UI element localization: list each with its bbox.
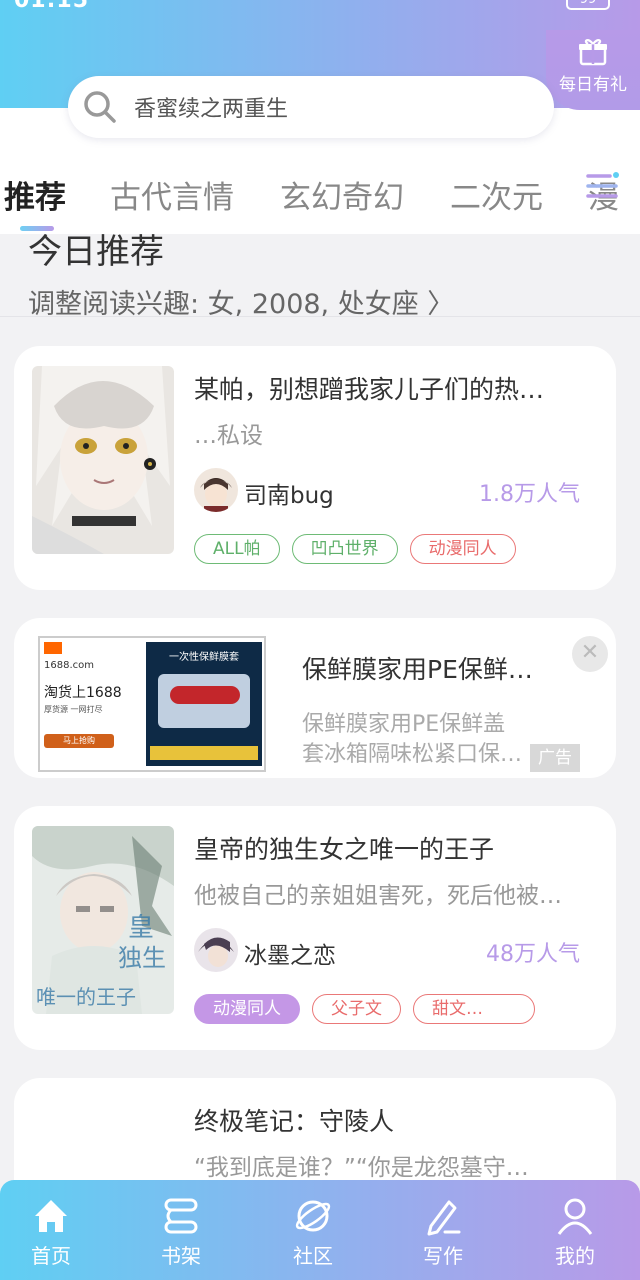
ad-image[interactable]: 1688.com 淘货上1688 厚货源 一网打尽 马上抢购 一次性保鲜膜套 (38, 636, 266, 772)
active-tab-indicator (20, 226, 54, 231)
ad-description-line2: 套冰箱隔味松紧口保… (302, 742, 523, 767)
tab-acg[interactable]: 二次元 (450, 172, 543, 217)
tag[interactable]: 凹凸世界 (291, 534, 398, 564)
nav-community[interactable]: 社区 (268, 1190, 358, 1269)
tag-list: 动漫同人 父子文 甜文… (194, 994, 535, 1026)
search-placeholder: 香蜜续之两重生 (134, 97, 289, 122)
gift-icon (579, 39, 607, 66)
ad-badge: 广告 (530, 744, 580, 772)
ad-close-button[interactable]: ✕ (572, 636, 608, 672)
category-menu-icon[interactable] (586, 170, 620, 204)
bookshelf-icon (164, 1198, 198, 1234)
book-card[interactable]: 某帕，别想蹭我家儿子们的热… …私设 司南bug 1.8万人气 ALL帕 凹凸世… (14, 346, 616, 590)
nav-label: 我的 (555, 1244, 595, 1268)
category-tabs: 推荐 古代言情 玄幻奇幻 二次元 漫 (0, 150, 640, 234)
daily-gift-button[interactable]: 每日有礼 (546, 30, 640, 110)
ad-image-slogan: 淘货上1688 (44, 685, 122, 701)
author-name[interactable]: 司南bug (244, 476, 334, 510)
planet-icon (295, 1200, 331, 1232)
tab-recommend[interactable]: 推荐 (4, 172, 66, 217)
ad-title[interactable]: 保鲜膜家用PE保鲜… (302, 650, 533, 686)
ad-card[interactable]: 1688.com 淘货上1688 厚货源 一网打尽 马上抢购 一次性保鲜膜套 保… (14, 618, 616, 778)
tag[interactable]: 父子文 (312, 994, 401, 1024)
ad-image-button: 马上抢购 (44, 734, 114, 748)
ad-image-site: 1688.com (44, 660, 94, 671)
bottom-navigation: 首页 书架 社区 写作 我的 (0, 1180, 640, 1280)
ad-image-subtext: 厚货源 一网打尽 (44, 705, 103, 714)
gift-label: 每日有礼 (559, 75, 627, 95)
nav-label: 书架 (161, 1244, 201, 1268)
author-row: 冰墨之恋 48万人气 (194, 928, 594, 974)
book-description: …私设 (194, 423, 263, 449)
divider (0, 316, 640, 317)
book-title[interactable]: 某帕，别想蹭我家儿子们的热… (194, 370, 594, 406)
book-description: “我到底是谁？”“你是龙怨墓守… (194, 1155, 529, 1181)
tag[interactable]: 动漫同人 (409, 534, 516, 564)
nav-label: 写作 (423, 1244, 463, 1268)
status-bar: 01:15 99 (0, 0, 640, 14)
ad-image-product: 一次性保鲜膜套 (169, 652, 239, 663)
author-name[interactable]: 冰墨之恋 (244, 936, 336, 970)
nav-bookshelf[interactable]: 书架 (136, 1190, 226, 1269)
today-recommend-section: 今日推荐 调整阅读兴趣: 女, 2008, 处女座 〉 (0, 234, 640, 318)
user-icon (557, 1198, 593, 1235)
nav-label: 首页 (31, 1244, 71, 1268)
ad-description-line1: 保鲜膜家用PE保鲜盖 (302, 712, 506, 737)
nav-home[interactable]: 首页 (6, 1190, 96, 1269)
book-title[interactable]: 皇帝的独生女之唯一的王子 (194, 830, 594, 866)
book-cover[interactable] (32, 366, 174, 554)
nav-me[interactable]: 我的 (530, 1190, 620, 1269)
tag[interactable]: 甜文… (413, 994, 535, 1024)
nav-label: 社区 (293, 1244, 333, 1268)
author-row: 司南bug 1.8万人气 (194, 468, 594, 514)
tag-list: ALL帕 凹凸世界 动漫同人 (194, 534, 516, 566)
home-icon (35, 1200, 67, 1232)
svg-text:皇: 皇 (128, 913, 154, 943)
book-title[interactable]: 终极笔记：守陵人 (194, 1102, 594, 1138)
book-description: 他被自己的亲姐姐害死，死后他被… (194, 883, 562, 909)
search-bar[interactable]: 香蜜续之两重生 (68, 76, 554, 138)
book-cover[interactable]: 皇 独生 唯一的王子 (32, 826, 174, 1014)
tag[interactable]: ALL帕 (194, 534, 280, 564)
author-avatar[interactable] (194, 928, 238, 972)
popularity-count: 48万人气 (486, 942, 580, 967)
tag[interactable]: 动漫同人 (194, 994, 300, 1024)
tab-fantasy[interactable]: 玄幻奇幻 (280, 172, 404, 217)
svg-text:独生: 独生 (118, 944, 166, 972)
search-icon (84, 91, 116, 123)
battery-icon: 99 (566, 0, 610, 10)
pen-icon (427, 1200, 461, 1236)
nav-write[interactable]: 写作 (398, 1190, 488, 1269)
book-card[interactable]: 皇 独生 唯一的王子 皇帝的独生女之唯一的王子 他被自己的亲姐姐害死，死后他被…… (14, 806, 616, 1050)
tab-ancient-romance[interactable]: 古代言情 (110, 172, 234, 217)
section-title: 今日推荐 (28, 234, 164, 272)
reading-interest-link[interactable]: 调整阅读兴趣: 女, 2008, 处女座 〉 (28, 282, 454, 318)
svg-text:唯一的王子: 唯一的王子 (36, 985, 136, 1009)
popularity-count: 1.8万人气 (479, 482, 580, 507)
status-time: 01:15 (14, 0, 90, 13)
author-avatar[interactable] (194, 468, 238, 512)
